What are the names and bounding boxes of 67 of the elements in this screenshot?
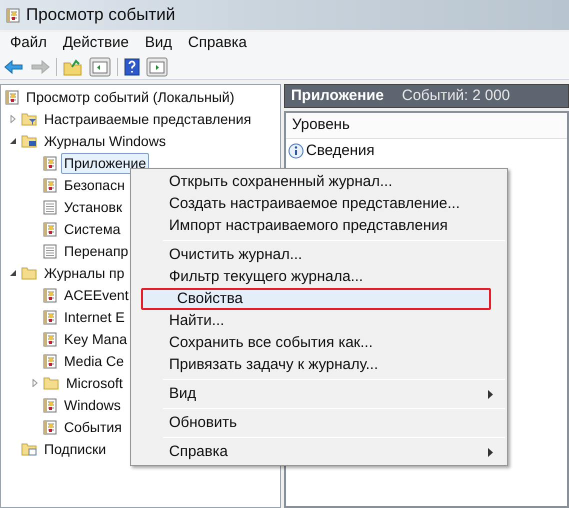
tree-item[interactable]: Просмотр событий (Локальный) bbox=[23, 86, 238, 108]
log-icon bbox=[6, 8, 20, 22]
tree-item[interactable]: Internet E bbox=[61, 306, 128, 328]
info-icon bbox=[288, 143, 304, 159]
tree-item[interactable]: Настраиваемые представления bbox=[41, 108, 254, 130]
event-count: Событий: 2 000 bbox=[402, 86, 510, 106]
log-icon bbox=[43, 222, 57, 236]
menu-item[interactable]: Файл bbox=[8, 32, 49, 54]
expanded-arrow-icon[interactable] bbox=[9, 137, 17, 145]
log-icon bbox=[43, 420, 57, 434]
pane-icon[interactable] bbox=[89, 56, 111, 76]
log-icon bbox=[5, 90, 19, 104]
collapsed-arrow-icon[interactable] bbox=[31, 379, 39, 387]
folder-filter-icon bbox=[21, 112, 37, 126]
submenu-arrow-icon bbox=[488, 448, 493, 457]
tree-item[interactable]: Система bbox=[61, 218, 124, 240]
pane-icon[interactable] bbox=[146, 56, 168, 76]
menu-item[interactable]: Открыть сохраненный журнал... bbox=[133, 171, 505, 193]
log-icon bbox=[43, 156, 57, 170]
log-icon bbox=[43, 288, 57, 302]
tree-item[interactable]: Перенапр bbox=[61, 240, 132, 262]
menu-item[interactable]: Справка bbox=[186, 32, 249, 54]
tree-item[interactable]: Приложение bbox=[61, 152, 150, 174]
tree-item[interactable]: События bbox=[61, 416, 125, 438]
document-icon bbox=[43, 200, 57, 214]
tree-item[interactable]: Подписки bbox=[41, 438, 110, 460]
folder-calendar-icon bbox=[21, 442, 37, 456]
menu-item[interactable]: Сохранить все события как... bbox=[133, 332, 505, 354]
menu-item[interactable]: Обновить bbox=[133, 412, 505, 434]
tree-item[interactable]: Установк bbox=[61, 196, 126, 218]
menu-item[interactable]: Найти... bbox=[133, 310, 505, 332]
log-icon bbox=[43, 354, 57, 368]
tree-item[interactable]: Windows bbox=[61, 394, 124, 416]
document-icon bbox=[43, 244, 57, 258]
menu-item[interactable]: Фильтр текущего журнала... bbox=[133, 266, 505, 288]
menu-item[interactable]: Действие bbox=[60, 32, 131, 54]
tree-item[interactable]: Key Mana bbox=[61, 328, 130, 350]
menu-item[interactable]: Очистить журнал... bbox=[133, 244, 505, 266]
folder-icon bbox=[43, 376, 59, 390]
menu-item[interactable]: Импорт настраиваемого представления bbox=[133, 215, 505, 237]
tree-item[interactable]: Microsoft bbox=[63, 372, 126, 394]
folder-computer-icon bbox=[21, 134, 37, 148]
tree-item[interactable]: Журналы Windows bbox=[41, 130, 169, 152]
pane-title: Приложение bbox=[291, 86, 384, 106]
folder-arrow-icon[interactable] bbox=[63, 58, 83, 76]
menu-item[interactable]: Вид bbox=[142, 32, 174, 54]
log-icon bbox=[43, 398, 57, 412]
submenu-arrow-icon bbox=[488, 390, 493, 399]
menu-item[interactable]: Привязать задачу к журналу... bbox=[133, 354, 505, 376]
log-icon bbox=[43, 178, 57, 192]
tree-item[interactable]: Безопасн bbox=[61, 174, 128, 196]
back-arrow-icon[interactable] bbox=[4, 58, 24, 74]
tree-item[interactable]: Media Ce bbox=[61, 350, 127, 372]
menu-item[interactable]: Справка bbox=[133, 441, 505, 463]
collapsed-arrow-icon[interactable] bbox=[9, 115, 17, 123]
folder-icon bbox=[21, 266, 37, 280]
menu-item[interactable]: Вид bbox=[133, 383, 505, 405]
log-icon bbox=[43, 310, 57, 324]
window-title: Просмотр событий bbox=[26, 4, 176, 26]
menu-item[interactable]: Создать настраиваемое представление... bbox=[133, 193, 505, 215]
expanded-arrow-icon[interactable] bbox=[9, 269, 17, 277]
tree-item[interactable]: ACEEvent bbox=[61, 284, 132, 306]
help-icon[interactable] bbox=[124, 58, 140, 76]
log-icon bbox=[43, 332, 57, 346]
menu-item[interactable]: Свойства bbox=[141, 288, 491, 310]
tree-item[interactable]: Журналы пр bbox=[41, 262, 128, 284]
table-cell-text: Сведения bbox=[306, 140, 375, 161]
